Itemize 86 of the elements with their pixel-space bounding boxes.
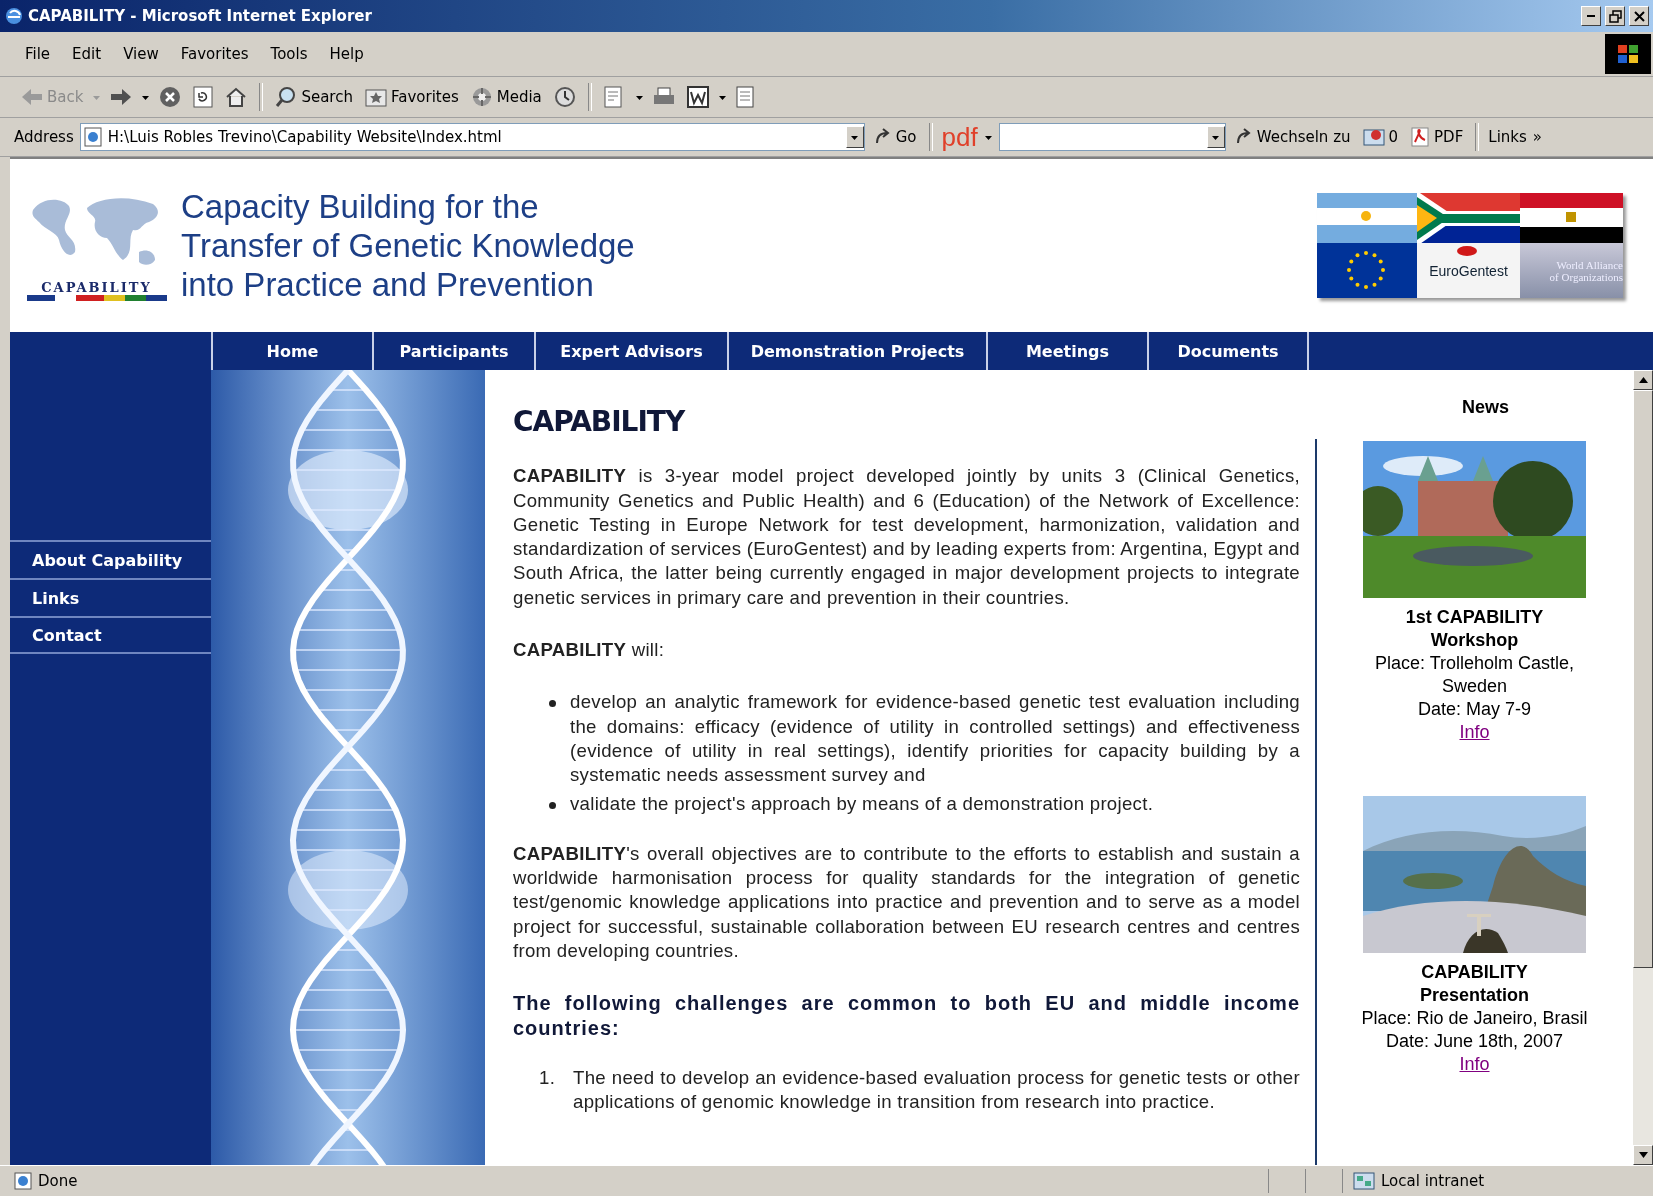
pdf-button[interactable]: PDF — [1407, 124, 1467, 150]
chevron-button[interactable]: » — [1532, 128, 1543, 146]
sidebar-item[interactable]: Contact — [10, 616, 211, 654]
pdf-label: pdf — [941, 124, 978, 150]
nav-tab[interactable]: Documents — [1147, 332, 1309, 370]
combo-field[interactable] — [998, 123, 1226, 151]
dropdown-button[interactable] — [845, 126, 864, 148]
media-icon — [470, 86, 493, 108]
toolbar-button[interactable]: Search — [272, 84, 356, 110]
logo-text: of Organizations — [1549, 270, 1623, 283]
menu-item[interactable]: Help — [318, 45, 375, 63]
pdf-icon — [1410, 126, 1431, 148]
news-place: Place: Trolleholm Castle, Sweden — [1373, 652, 1576, 698]
network-icon — [1353, 1172, 1375, 1190]
news-heading: News — [1461, 396, 1510, 419]
logo-text: EuroGentest — [1429, 262, 1508, 279]
page-icon — [83, 127, 102, 147]
list-item: The need to develop an evidence-based evaluation process for genetic tests or other applications of genomic knowledge in transition from research into practice. — [573, 1065, 1300, 1115]
window-title: CAPABILITY - Microsoft Internet Explorer — [28, 7, 373, 25]
scroll-up-button[interactable] — [1633, 370, 1653, 390]
info-link[interactable]: Info — [1459, 721, 1490, 744]
section-heading: The following challenges are common to both EU and middle income countries: — [513, 991, 1300, 1040]
down-arrow-icon — [1638, 1152, 1648, 1158]
document-icon — [735, 86, 754, 108]
toolbar-button[interactable]: Media — [467, 84, 545, 110]
restore-icon — [1607, 8, 1623, 24]
minimize-button[interactable] — [1581, 6, 1601, 26]
refresh-icon — [193, 86, 214, 108]
minimize-icon — [1587, 15, 1595, 17]
address-field[interactable]: H:\Luis Robles Trevino\Capability Website\Index.html — [79, 123, 865, 151]
page-heading: CAPABILITY — [513, 410, 687, 435]
address-label: Address — [14, 128, 74, 146]
list-number: 1. — [538, 1065, 557, 1090]
switch-button[interactable]: Wechseln zu — [1231, 126, 1354, 148]
go-button[interactable]: Go — [870, 126, 920, 148]
flag-icon — [1317, 243, 1417, 298]
links-button[interactable]: Links — [1488, 128, 1527, 146]
restore-button[interactable] — [1605, 6, 1625, 26]
menu-item[interactable]: Favorites — [169, 45, 260, 63]
status-zone: Local intranet — [1381, 1172, 1485, 1190]
close-button[interactable] — [1629, 6, 1649, 26]
paragraph: CAPABILITY is 3-year model project developed jointly by units 3 (Clinical Genetics, Community Genetics and Public Health) and 6 (Education) of the Network of Excellence: Genetic Testing in Europe Network for test development, harmonization, validation and standardization of services (EuroGentest) and by leading experts from: Argentina, Egypt and South Africa, the latter being currently engaged in major development projects to integrate genetic services in primary care and prevention in their countries. — [513, 464, 1300, 610]
menu-item[interactable]: View — [112, 45, 170, 63]
menu-item[interactable]: Tools — [259, 45, 319, 63]
site-title: Transfer of Genetic Knowledge — [181, 226, 635, 265]
home-icon — [225, 87, 248, 107]
word-icon — [686, 86, 709, 108]
stop-icon — [159, 86, 182, 108]
logo-text: World Alliance — [1556, 258, 1623, 271]
bullet-icon — [549, 700, 556, 708]
info-link[interactable]: Info — [1459, 1053, 1490, 1076]
flag-icon — [1520, 193, 1623, 243]
news-date: Date: June 18th, 2007 — [1385, 1030, 1564, 1053]
go-arrow-icon — [873, 128, 892, 146]
page-icon — [14, 1172, 32, 1190]
print-icon — [652, 87, 675, 107]
news-title: CAPABILITY Presentation — [1419, 961, 1530, 1007]
menu-item[interactable]: File — [14, 45, 62, 63]
history-icon — [553, 86, 576, 108]
go-arrow-icon — [1234, 128, 1253, 146]
ie-logo-icon — [4, 6, 24, 26]
news-place: Place: Rio de Janeiro, Brasil — [1361, 1007, 1588, 1030]
close-icon — [1631, 8, 1647, 24]
search-icon — [275, 86, 298, 108]
paragraph: CAPABILITY's overall objectives are to contribute to the efforts to establish and sustain a worldwide harmonisation process for quality standards for the integration of genetic test/genomic knowledge applications into practice and prevention and to serve as a model project for successful, sustainable collaboration between EU research centres and centres from developing countries. — [513, 841, 1300, 964]
dropdown-button[interactable] — [1206, 126, 1225, 148]
list-item: validate the project's approach by means of a demonstration project. — [570, 791, 1155, 816]
back-arrow-icon — [21, 88, 43, 106]
scroll-down-button[interactable] — [1633, 1145, 1653, 1165]
scroll-thumb[interactable] — [1633, 390, 1653, 968]
site-title: Capacity Building for the — [181, 187, 540, 226]
logo-text: CAPABILITY — [41, 280, 152, 295]
menu-item[interactable]: Edit — [61, 45, 113, 63]
throbber-icon — [1605, 34, 1651, 74]
scrollbar[interactable] — [1633, 370, 1653, 1165]
site-title: into Practice and Prevention — [181, 265, 595, 304]
status-text: Done — [38, 1172, 78, 1190]
mail-button[interactable]: 0 — [1359, 125, 1402, 149]
news-date: Date: May 7-9 — [1417, 698, 1531, 721]
forward-arrow-icon — [110, 88, 133, 106]
bullet-icon — [549, 801, 556, 809]
toolbar-button[interactable]: Favorites — [361, 85, 462, 109]
paragraph: CAPABILITY will: — [513, 638, 666, 663]
news-title: 1st CAPABILITY Workshop — [1404, 606, 1545, 652]
up-arrow-icon — [1638, 377, 1648, 383]
logo-circle — [1457, 246, 1477, 256]
